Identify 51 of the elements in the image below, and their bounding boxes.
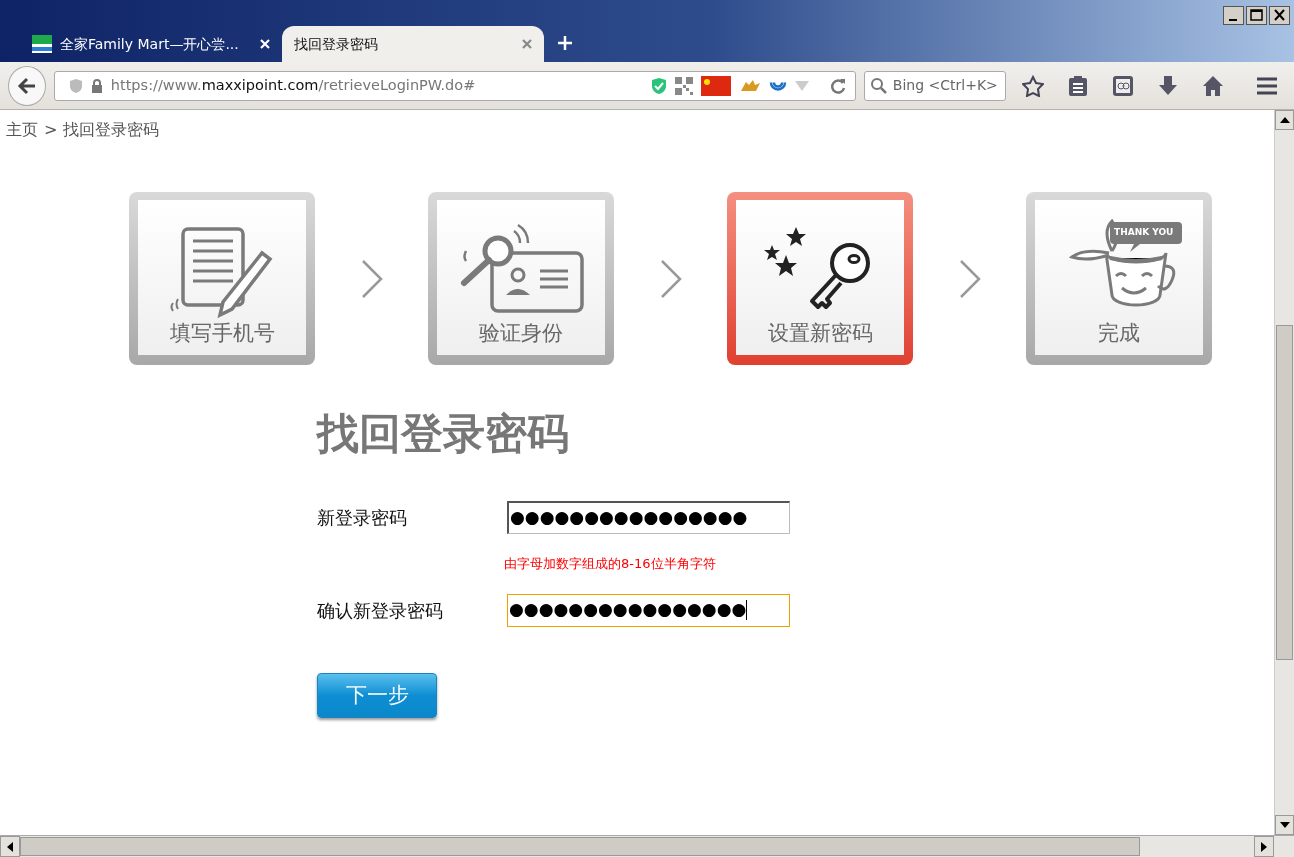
lock-icon [90,78,103,93]
password-field[interactable]: ●●●●●●●●●●●●●●●● [507,593,790,627]
chevron-right-icon [360,259,383,298]
horizontal-scrollbar[interactable] [0,835,1294,857]
swirl-icon [768,80,787,91]
address-bar[interactable]: https://www.maxxipoint.com/retrieveLoginPW.do# [53,70,856,101]
vertical-scrollbar[interactable] [1274,110,1294,835]
minimize-icon[interactable] [1223,6,1244,25]
clipboard-icon[interactable] [1068,74,1088,97]
step-label: 设置新密码 [767,319,873,347]
reader-icon[interactable] [1112,74,1134,97]
back-button[interactable] [8,65,46,106]
step-label: 填写手机号 [169,319,275,347]
chevron-right-icon [958,259,981,298]
qr-code-icon [674,76,693,95]
chevron-right-icon [659,259,682,298]
home-icon[interactable] [1202,74,1224,97]
new-tab-icon[interactable] [558,36,572,50]
back-arrow-icon [16,76,37,95]
menu-icon[interactable] [1256,76,1278,95]
shield-icon [68,77,83,94]
search-field[interactable]: Bing <Ctrl+K> [863,70,1006,101]
password-field[interactable]: ●●●●●●●●●●●●●●●● [507,501,790,535]
breadcrumb-separator: > [44,119,58,141]
scroll-thumb[interactable] [20,837,1140,856]
browser-tab[interactable]: 全家Family Mart—开心尝... [20,26,282,62]
thank-you-text: THANK YOU [1114,225,1174,239]
step-label: 验证身份 [479,319,563,347]
maximize-icon[interactable] [1246,6,1267,25]
field-label: 确认新登录密码 [317,598,444,623]
url-text: https://www.maxxipoint.com/retrieveLoginPW.do# [110,75,477,95]
star-icon[interactable] [1022,74,1044,97]
reload-icon[interactable] [828,76,847,95]
favicon-icon [32,35,52,53]
flag-icon [700,75,731,96]
download-icon[interactable] [1158,74,1178,97]
scroll-up-icon[interactable] [1279,117,1290,123]
search-icon [870,77,887,94]
shield-check-icon [650,76,667,95]
scroll-down-icon[interactable] [1279,822,1290,828]
hint-text: 由字母加数字组成的8-16位半角字符 [504,555,717,574]
scroll-thumb[interactable] [1276,325,1293,660]
field-label: 新登录密码 [317,506,408,531]
form-title: 找回登录密码 [317,409,570,460]
close-icon[interactable] [1269,6,1290,25]
breadcrumb-item: 找回登录密码 [63,119,160,141]
scroll-right-icon[interactable] [1261,841,1267,852]
scroll-left-icon[interactable] [7,841,13,852]
breadcrumb-link[interactable]: 主页 [6,118,38,142]
step-label: 完成 [1098,319,1140,347]
browser-tab[interactable]: 找回登录密码 [282,26,544,62]
